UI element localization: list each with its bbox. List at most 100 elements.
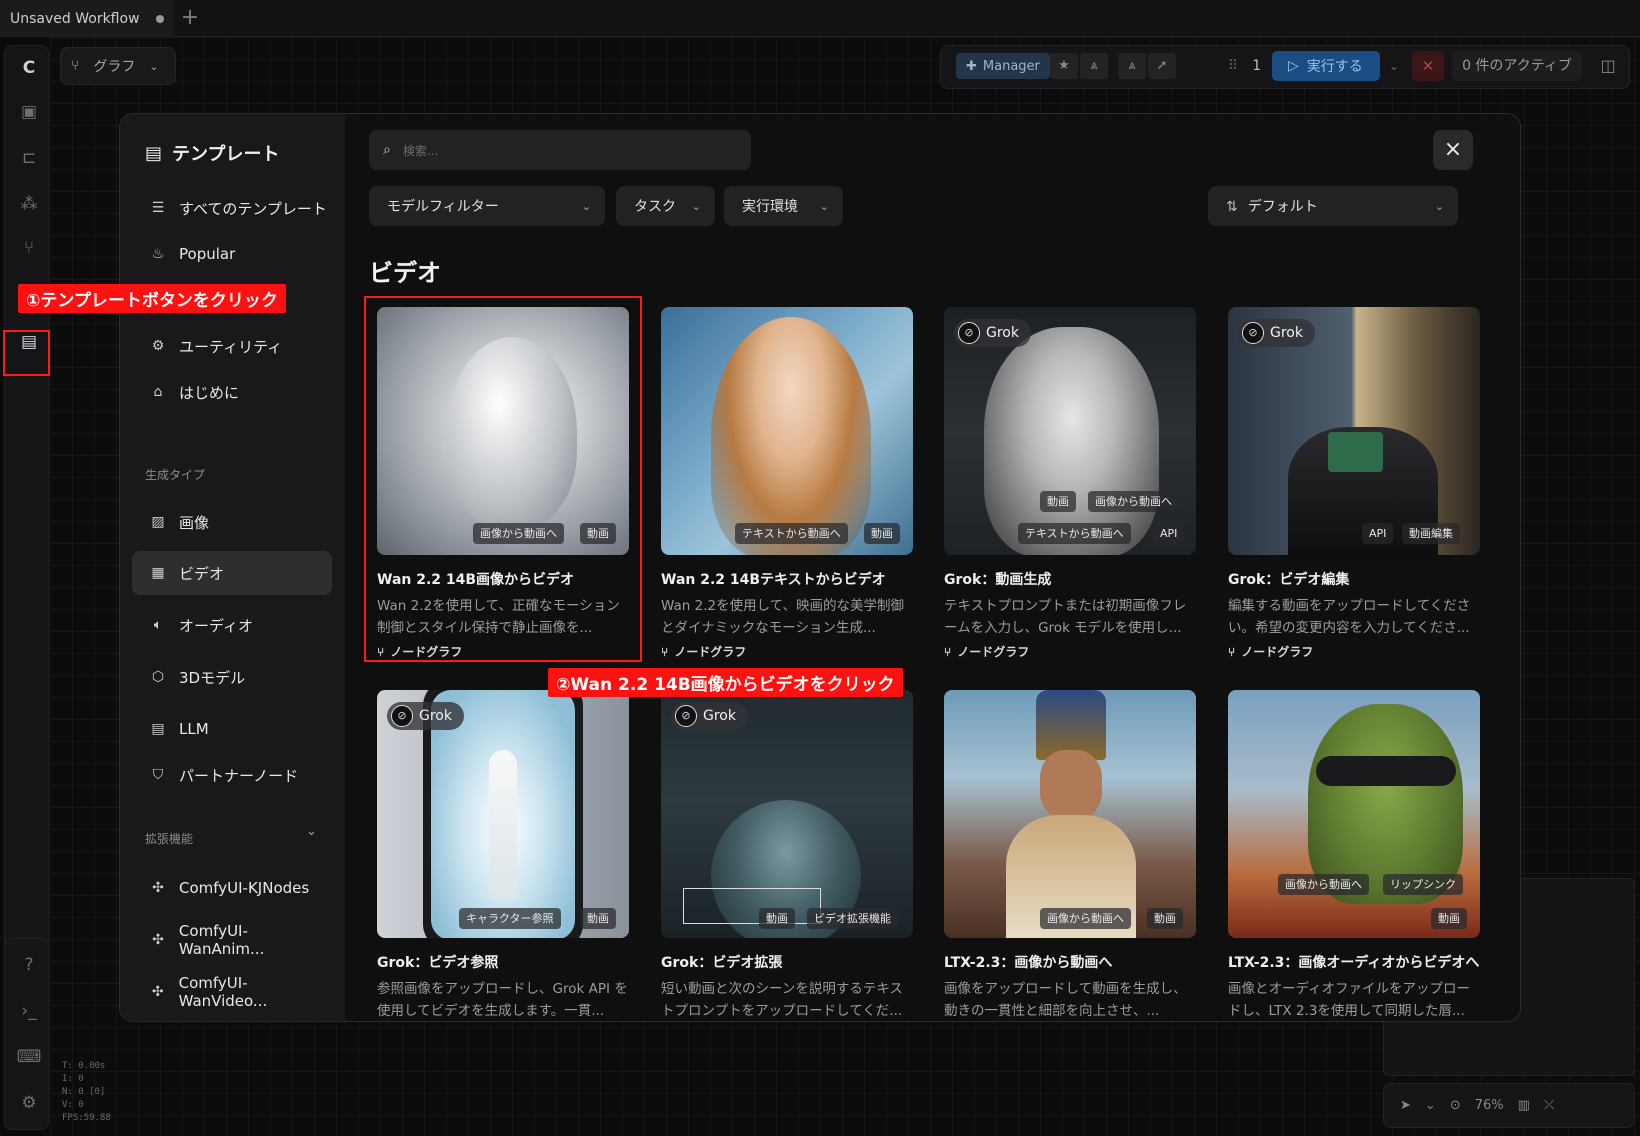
drag-handle-icon: ⠿ bbox=[1228, 58, 1239, 74]
active-queue-button[interactable]: 0 件のアクティブ bbox=[1452, 51, 1582, 81]
grok-badge: ⊘ Grok bbox=[1238, 319, 1315, 347]
run-label: 実行する bbox=[1306, 59, 1363, 75]
model-filter-dropdown[interactable]: モデルフィルター ⌄ bbox=[369, 186, 605, 226]
queue-count-stepper[interactable]: ⠿ 1 bbox=[1220, 53, 1270, 79]
keyboard-icon[interactable]: ⌨ bbox=[15, 1043, 43, 1071]
tag-badge: API bbox=[1153, 523, 1185, 544]
nav-audio[interactable]: 🔈︎ オーディオ bbox=[132, 603, 332, 647]
tool-a-icon[interactable]: ⩓ bbox=[1080, 53, 1108, 79]
annotation-highlight-box bbox=[3, 330, 50, 376]
run-options-chevron-icon[interactable]: ⌄ bbox=[1383, 51, 1405, 81]
graduation-cap-icon: ⌂ bbox=[153, 384, 163, 400]
sort-dropdown[interactable]: ⇅ デフォルト ⌄ bbox=[1208, 186, 1458, 226]
node-library-icon[interactable]: ⁂ bbox=[15, 190, 43, 218]
cancel-run-button[interactable]: ✕ bbox=[1412, 51, 1444, 81]
template-card[interactable]: ⊘ Grok 動画 画像から動画へ テキストから動画へ API Grok：動画生成… bbox=[944, 307, 1196, 667]
minimap-toggle-icon[interactable]: ▥ bbox=[1518, 1098, 1530, 1113]
nav-image[interactable]: ▨ 画像 bbox=[132, 500, 332, 544]
nav-extension-item[interactable]: ✣ ComfyUI-WanAnim... bbox=[132, 918, 332, 962]
fit-view-icon[interactable]: ⊙ bbox=[1450, 1098, 1461, 1113]
runtime-filter-dropdown[interactable]: 実行環境 ⌄ bbox=[724, 186, 843, 226]
template-card[interactable]: ⊘ Grok キャラクター参照 動画 Grok：ビデオ参照 参照画像をアップロード… bbox=[377, 690, 629, 1020]
workflow-tab[interactable]: Unsaved Workflow bbox=[0, 0, 174, 37]
chevron-down-icon: ⌄ bbox=[1434, 199, 1444, 213]
flame-icon: ♨ bbox=[151, 246, 165, 262]
card-description: テキストプロンプトまたは初期画像フレームを入力し、Grok モデルを使用し... bbox=[944, 598, 1187, 636]
zoom-value[interactable]: 76% bbox=[1475, 1098, 1504, 1113]
close-modal-button[interactable]: × bbox=[1433, 130, 1473, 170]
new-tab-button[interactable]: + bbox=[176, 4, 204, 32]
search-placeholder: 検索... bbox=[402, 143, 439, 158]
tab-bar: Unsaved Workflow + bbox=[0, 0, 1640, 37]
annotation-highlight-box bbox=[364, 296, 642, 662]
nav-llm[interactable]: ▤ LLM bbox=[132, 707, 332, 751]
template-card[interactable]: 画像から動画へ 動画 LTX-2.3：画像から動画へ 画像をアップロードして動画… bbox=[944, 690, 1196, 1020]
nav-label: パートナーノード bbox=[179, 766, 299, 785]
card-title: Grok：ビデオ拡張 bbox=[661, 955, 783, 971]
face-shape bbox=[1040, 750, 1102, 820]
nav-extension-item[interactable]: ✣ ComfyUI-KJNodes bbox=[132, 866, 332, 910]
comfy-logo-icon[interactable]: C bbox=[15, 54, 43, 82]
filter-label: タスク bbox=[634, 199, 676, 215]
extensions-chevron-icon[interactable]: ⌄ bbox=[306, 824, 317, 839]
template-card[interactable]: 画像から動画へ リップシンク 動画 LTX-2.3：画像オーディオからビデオへ … bbox=[1228, 690, 1480, 1020]
nav-popular[interactable]: ♨ Popular bbox=[132, 232, 332, 276]
grok-label: Grok bbox=[703, 708, 736, 724]
card-description: 短い動画と次のシーンを説明するテキストプロンプトをアップロードしてくだ... bbox=[661, 981, 903, 1019]
puzzle-icon: ✣ bbox=[152, 880, 164, 896]
cube-icon: ⬡ bbox=[151, 669, 165, 685]
puzzle-icon: ✚ bbox=[966, 58, 977, 74]
filter-label: モデルフィルター bbox=[387, 199, 499, 215]
help-icon[interactable]: ? bbox=[15, 951, 43, 979]
grok-label: Grok bbox=[986, 325, 1019, 341]
settings-gear-icon[interactable]: ⚙ bbox=[15, 1089, 43, 1117]
nav-utility[interactable]: ⚙ ユーティリティ bbox=[132, 324, 332, 368]
grok-logo-icon: ⊘ bbox=[391, 705, 413, 727]
card-title: LTX-2.3：画像から動画へ bbox=[944, 955, 1113, 971]
manager-button[interactable]: ✚ Manager bbox=[956, 53, 1050, 79]
graph-mode-button[interactable]: ⑂ グラフ ⌄ bbox=[60, 47, 176, 85]
tag-badge: キャラクター参照 bbox=[459, 908, 561, 929]
tag-badge: 動画 bbox=[759, 908, 795, 929]
template-card[interactable]: テキストから動画へ 動画 Wan 2.2 14Bテキストからビデオ Wan 2.… bbox=[661, 307, 913, 667]
terminal-icon[interactable]: ›_ bbox=[15, 997, 43, 1025]
stat-line: I: 0 bbox=[62, 1074, 84, 1084]
handshake-icon: ⛉ bbox=[152, 767, 164, 783]
tag-badge: API bbox=[1362, 523, 1394, 544]
run-button[interactable]: ▷ 実行する bbox=[1272, 51, 1380, 81]
share-icon[interactable]: ➚ bbox=[1148, 53, 1176, 79]
toggle-panel-icon[interactable]: ◫ bbox=[1592, 51, 1624, 81]
select-pointer-icon[interactable]: ➤ bbox=[1400, 1098, 1411, 1113]
play-icon: ▷ bbox=[1288, 58, 1299, 74]
stat-line: V: 0 bbox=[62, 1100, 84, 1110]
template-thumbnail: ⊘ Grok キャラクター参照 動画 bbox=[377, 690, 629, 938]
card-description: 参照画像をアップロードし、Grok API を使用してビデオを生成します。一貫.… bbox=[377, 981, 628, 1019]
nav-extension-item[interactable]: ✣ ComfyUI-WanVideo... bbox=[132, 970, 332, 1014]
tool-b-icon[interactable]: ⩓ bbox=[1118, 53, 1146, 79]
nav-all-templates[interactable]: ☰ すべてのテンプレート bbox=[132, 186, 332, 230]
tag-badge: 画像から動画へ bbox=[1088, 491, 1179, 512]
star-icon[interactable]: ★ bbox=[1050, 53, 1078, 79]
card-title: Grok：ビデオ参照 bbox=[377, 955, 499, 971]
nav-partner-nodes[interactable]: ⛉ パートナーノード bbox=[132, 753, 332, 797]
template-search-input[interactable]: ⌕ 検索... bbox=[369, 130, 751, 170]
templates-modal: ▤ テンプレート ☰ すべてのテンプレート ♨ Popular ⚙ ユーティリテ… bbox=[119, 113, 1521, 1022]
image-gallery-icon[interactable]: ▣ bbox=[15, 98, 43, 126]
link-visibility-icon[interactable]: ⤫ bbox=[1544, 1098, 1554, 1113]
nav-getting-started[interactable]: ⌂ はじめに bbox=[132, 370, 332, 414]
woman-portrait-shape bbox=[711, 317, 871, 555]
workflows-icon[interactable]: ⑂ bbox=[15, 234, 43, 262]
nav-3d-model[interactable]: ⬡ 3Dモデル bbox=[132, 655, 332, 699]
chevron-down-icon[interactable]: ⌄ bbox=[1425, 1098, 1436, 1113]
chevron-down-icon: ⌄ bbox=[581, 199, 591, 213]
card-footer: ⑂ ノードグラフ bbox=[661, 643, 746, 660]
template-card[interactable]: ⊘ Grok 動画 ビデオ拡張機能 Grok：ビデオ拡張 短い動画と次のシーンを説… bbox=[661, 690, 913, 1020]
template-card[interactable]: ⊘ Grok API 動画編集 Grok：ビデオ編集 編集する動画をアップロードし… bbox=[1228, 307, 1480, 667]
task-filter-dropdown[interactable]: タスク ⌄ bbox=[616, 186, 715, 226]
card-footer: ⑂ ノードグラフ bbox=[1228, 643, 1313, 660]
nav-video[interactable]: ▦ ビデオ bbox=[132, 551, 332, 595]
card-footer: ⑂ ノードグラフ bbox=[944, 643, 1029, 660]
tag-badge: 動画 bbox=[1147, 908, 1183, 929]
model-library-icon[interactable]: ⊏ bbox=[15, 144, 43, 172]
card-footer-label: ノードグラフ bbox=[1241, 645, 1314, 659]
